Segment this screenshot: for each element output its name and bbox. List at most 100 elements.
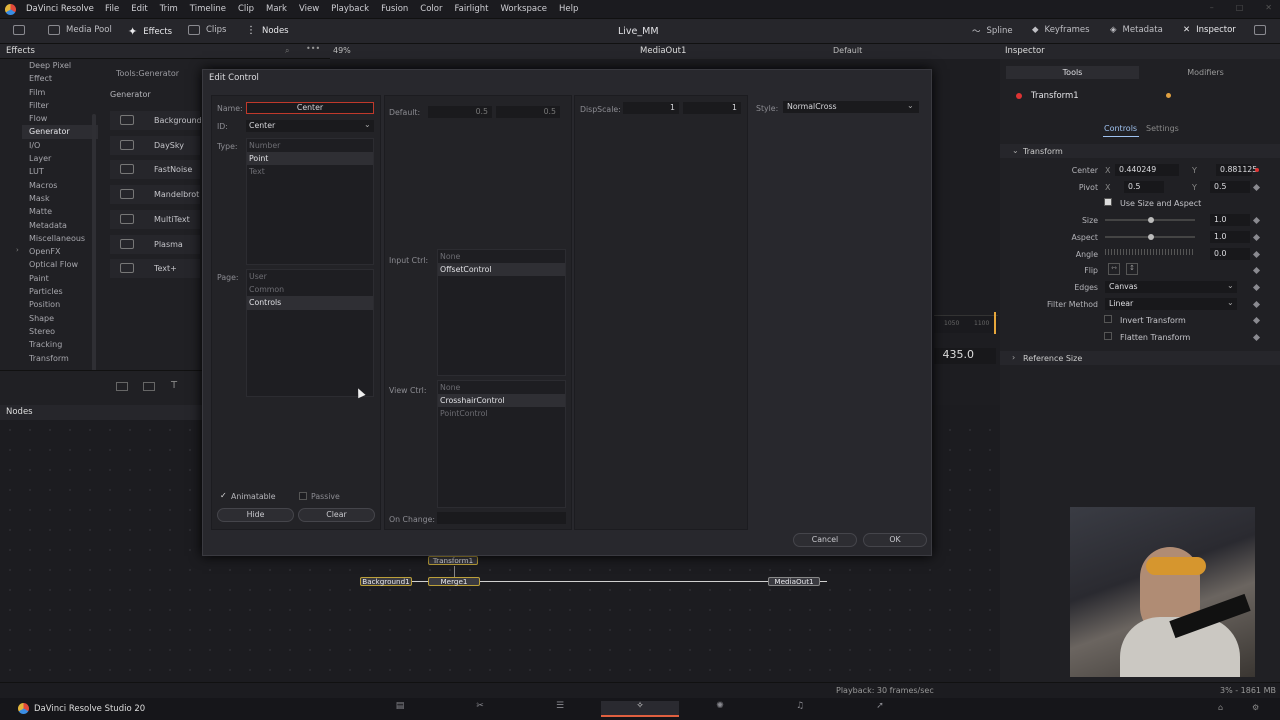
- filter-method-select[interactable]: Linear: [1105, 298, 1237, 310]
- menu-fusion[interactable]: Fusion: [375, 4, 414, 14]
- slider-thumb[interactable]: [1148, 217, 1154, 223]
- keyframe-diamond-icon[interactable]: [1252, 333, 1261, 342]
- category-item[interactable]: Mask: [22, 192, 98, 205]
- view-ctrl-option[interactable]: PointControl: [438, 407, 565, 420]
- on-change-input[interactable]: [437, 512, 566, 524]
- inspector-button[interactable]: ✕ Inspector: [1183, 25, 1236, 35]
- generator-item[interactable]: Plasma: [110, 234, 200, 254]
- category-item[interactable]: Optical Flow: [22, 258, 98, 271]
- menu-help[interactable]: Help: [553, 4, 584, 14]
- edges-select[interactable]: Canvas: [1105, 281, 1237, 293]
- media-page-icon[interactable]: ▤: [361, 701, 439, 717]
- generator-item[interactable]: MultiText: [110, 209, 200, 229]
- category-item[interactable]: Miscellaneous: [22, 232, 98, 245]
- maximize-icon[interactable]: □: [1236, 3, 1244, 12]
- keyframe-diamond-icon[interactable]: [1252, 216, 1261, 225]
- keyframe-diamond-icon[interactable]: [1252, 250, 1261, 259]
- category-item[interactable]: Deep Pixel: [22, 59, 98, 72]
- default-x-input[interactable]: 0.5: [428, 106, 492, 118]
- view-ctrl-option[interactable]: None: [438, 381, 565, 394]
- category-item[interactable]: Transform: [22, 352, 98, 365]
- ok-button[interactable]: OK: [863, 533, 927, 547]
- category-item[interactable]: Layer: [22, 152, 98, 165]
- color-page-icon[interactable]: ✺: [681, 701, 759, 717]
- keyframe-dot-icon[interactable]: [1255, 168, 1259, 172]
- page-option[interactable]: User: [247, 270, 373, 283]
- aspect-input[interactable]: 1.0: [1210, 231, 1250, 243]
- node-transform1[interactable]: Transform1: [428, 556, 478, 565]
- tab-tools[interactable]: Tools: [1006, 66, 1139, 79]
- openfx-expand-icon[interactable]: ›: [16, 246, 19, 254]
- aspect-slider[interactable]: [1105, 234, 1195, 240]
- input-ctrl-option[interactable]: None: [438, 250, 565, 263]
- type-option[interactable]: Number: [247, 139, 373, 152]
- generator-item[interactable]: Background: [110, 111, 202, 130]
- menu-workspace[interactable]: Workspace: [495, 4, 553, 14]
- category-item[interactable]: Shape: [22, 312, 98, 325]
- use-size-checkbox[interactable]: [1104, 198, 1112, 206]
- viewer-zoom[interactable]: 49%: [333, 46, 351, 55]
- panel-toggle[interactable]: [13, 25, 25, 35]
- menu-playback[interactable]: Playback: [325, 4, 375, 14]
- generator-item[interactable]: Mandelbrot: [110, 185, 200, 205]
- passive-checkbox[interactable]: [299, 492, 307, 500]
- menu-view[interactable]: View: [293, 4, 325, 14]
- generator-item[interactable]: FastNoise: [110, 160, 200, 180]
- flip-horizontal-icon[interactable]: ⇿: [1108, 263, 1120, 275]
- hide-button[interactable]: Hide: [217, 508, 294, 522]
- menu-clip[interactable]: Clip: [232, 4, 260, 14]
- input-ctrl-list[interactable]: None OffsetControl: [437, 249, 566, 376]
- tab-modifiers[interactable]: Modifiers: [1139, 66, 1272, 79]
- pivot-x-input[interactable]: 0.5: [1124, 181, 1164, 193]
- style-select[interactable]: NormalCross: [783, 101, 919, 113]
- category-item[interactable]: Tracking: [22, 338, 98, 351]
- keyframe-diamond-icon[interactable]: [1252, 183, 1261, 192]
- category-item[interactable]: Particles: [22, 285, 98, 298]
- center-x-input[interactable]: 0.440249: [1115, 164, 1179, 176]
- category-item[interactable]: Effect: [22, 72, 98, 85]
- category-item[interactable]: OpenFX: [22, 245, 98, 258]
- fusion-page-icon[interactable]: ✧: [601, 701, 679, 717]
- size-slider[interactable]: [1105, 217, 1195, 223]
- category-item[interactable]: Metadata: [22, 219, 98, 232]
- menu-file[interactable]: File: [99, 4, 125, 14]
- pivot-y-input[interactable]: 0.5: [1210, 181, 1250, 193]
- node-mediaout1[interactable]: MediaOut1: [768, 577, 820, 586]
- type-option[interactable]: Text: [247, 165, 373, 178]
- invert-transform-checkbox[interactable]: [1104, 315, 1112, 323]
- minimize-icon[interactable]: –: [1210, 3, 1214, 12]
- category-item[interactable]: Paint: [22, 272, 98, 285]
- dispscale-x-input[interactable]: 1: [623, 102, 679, 114]
- more-icon[interactable]: •••: [306, 44, 320, 53]
- category-item[interactable]: Matte: [22, 205, 98, 218]
- category-item[interactable]: Stereo: [22, 325, 98, 338]
- close-icon[interactable]: ✕: [1265, 3, 1272, 12]
- viewer-lut[interactable]: Default: [833, 46, 862, 55]
- media-pool-button[interactable]: Media Pool: [48, 25, 112, 35]
- view-ctrl-list[interactable]: None CrosshairControl PointControl: [437, 380, 566, 508]
- timecode[interactable]: 435.0: [934, 348, 996, 364]
- node-background1[interactable]: Background1: [360, 577, 412, 586]
- menu-color[interactable]: Color: [414, 4, 448, 14]
- name-input[interactable]: Center: [246, 102, 374, 114]
- generator-item[interactable]: Text+: [110, 259, 200, 279]
- fairlight-page-icon[interactable]: ♫: [761, 701, 839, 717]
- clear-button[interactable]: Clear: [298, 508, 375, 522]
- settings-icon[interactable]: ⚙: [1252, 703, 1259, 712]
- angle-wheel[interactable]: [1105, 249, 1195, 255]
- search-icon[interactable]: ⌕: [285, 46, 289, 56]
- input-ctrl-option-selected[interactable]: OffsetControl: [438, 263, 565, 277]
- keyframe-diamond-icon[interactable]: [1252, 300, 1261, 309]
- reference-size-section[interactable]: › Reference Size: [1000, 351, 1280, 365]
- category-item[interactable]: LUT: [22, 165, 98, 178]
- keyframe-diamond-icon[interactable]: [1252, 266, 1261, 275]
- keyframe-diamond-icon[interactable]: [1252, 283, 1261, 292]
- angle-input[interactable]: 0.0: [1210, 248, 1250, 260]
- category-item[interactable]: Film: [22, 86, 98, 99]
- page-option-selected[interactable]: Controls: [247, 296, 373, 310]
- fullscreen-button[interactable]: [1254, 25, 1266, 35]
- category-scrollbar[interactable]: [92, 114, 96, 376]
- keyframes-button[interactable]: ◆ Keyframes: [1032, 25, 1090, 35]
- menu-mark[interactable]: Mark: [260, 4, 293, 14]
- category-item[interactable]: Filter: [22, 99, 98, 112]
